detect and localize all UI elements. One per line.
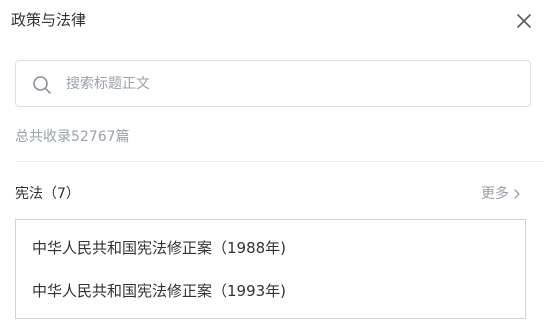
law-panel: 政策与法律 总共收录52767篇 宪法（7） 更多 中华人民共和国宪法修正案（1… [0, 0, 544, 332]
divider [15, 161, 544, 162]
close-icon [517, 14, 531, 28]
chevron-right-icon [514, 189, 520, 199]
search-box[interactable] [15, 60, 531, 107]
panel-title: 政策与法律 [11, 11, 87, 29]
list-item[interactable]: 中华人民共和国宪法修正案（1993年) [32, 280, 286, 302]
search-input[interactable] [66, 61, 506, 106]
search-icon [33, 76, 51, 94]
close-button[interactable] [512, 9, 536, 33]
total-count: 总共收录52767篇 [15, 129, 130, 145]
section-title: 宪法（7） [15, 186, 80, 202]
more-link[interactable]: 更多 [481, 184, 521, 204]
more-label: 更多 [481, 186, 509, 202]
result-list: 中华人民共和国宪法修正案（1988年) 中华人民共和国宪法修正案（1993年) [15, 219, 526, 319]
list-item[interactable]: 中华人民共和国宪法修正案（1988年) [32, 237, 286, 259]
